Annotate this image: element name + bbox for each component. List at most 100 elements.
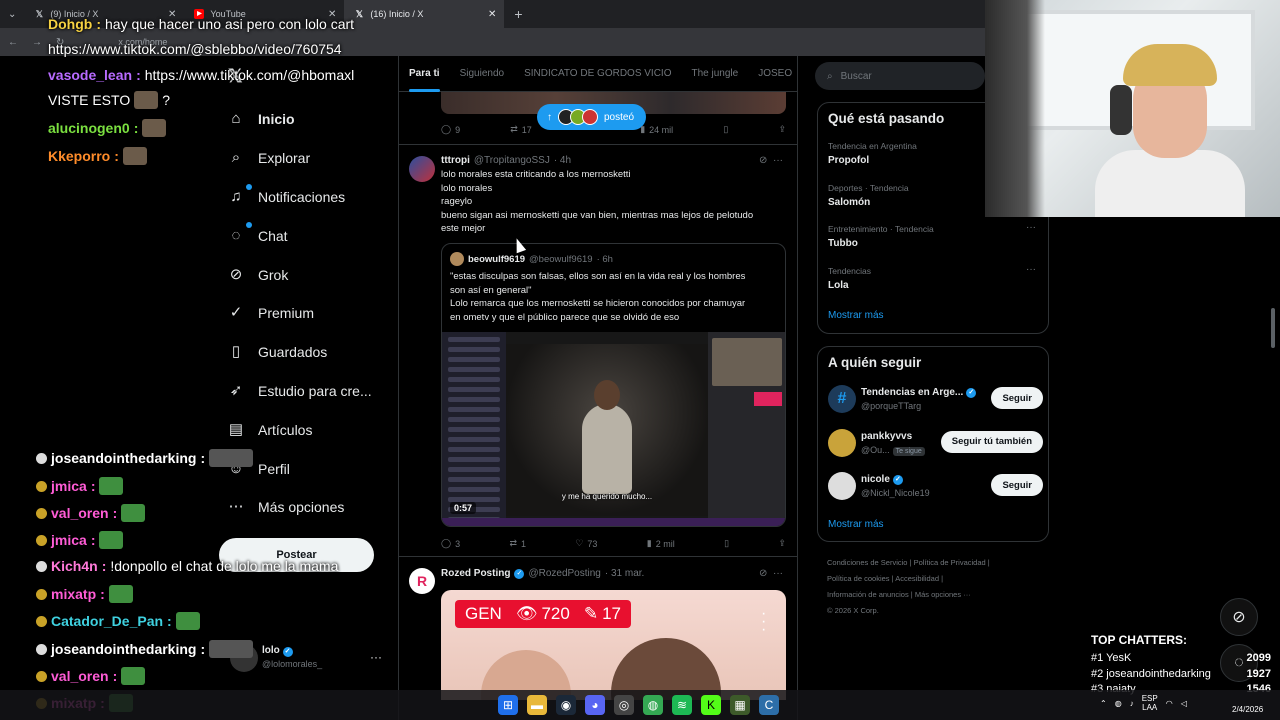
follow-button[interactable]: Seguir xyxy=(991,387,1043,409)
tweet-time[interactable]: · 4h xyxy=(554,155,571,166)
repost-button[interactable]: ⇄ 17 xyxy=(510,124,532,135)
trend-item[interactable]: Tendencias Lola ··· xyxy=(828,264,1038,291)
trend-item[interactable]: Entretenimiento · Tendencia Tubbo ··· xyxy=(828,222,1038,249)
more-icon[interactable]: ··· xyxy=(370,650,382,664)
views-button[interactable]: ▮ 2 mil xyxy=(647,538,675,549)
app-icon[interactable]: C xyxy=(759,695,779,715)
share-button[interactable]: ⇪ xyxy=(778,538,786,549)
tray-app-icon[interactable]: ◍ xyxy=(1115,699,1122,708)
more-icon[interactable]: ··· xyxy=(1026,222,1036,233)
windows-start-icon[interactable]: ⊞ xyxy=(498,695,518,715)
clock[interactable]: 2/4/2026 xyxy=(1232,693,1263,715)
sidebar-item-search[interactable]: ⌕ Explorar xyxy=(218,139,398,178)
tweet-time[interactable]: · 31 mar. xyxy=(605,568,644,579)
repost-button[interactable]: ⇄ 1 xyxy=(509,538,526,549)
chevron-up-icon[interactable]: ⌃ xyxy=(1100,699,1107,708)
kick-icon[interactable]: K xyxy=(701,695,721,715)
browser-tab-1[interactable]: 𝕏 (9) Inicio / X ✕ xyxy=(24,0,184,28)
author-handle[interactable]: @TropitangoSSJ xyxy=(474,155,550,166)
chat-colon: : xyxy=(133,120,139,136)
tweet-tools: ⊘ ··· xyxy=(759,155,783,166)
share-button[interactable]: ⇪ xyxy=(778,124,786,135)
bookmark-button[interactable]: ▯ xyxy=(723,124,728,135)
sidebar-item-bell[interactable]: ♫ Notificaciones xyxy=(218,178,398,217)
url-text[interactable]: x.com/home xyxy=(118,37,167,47)
follow-button[interactable]: Seguir xyxy=(991,474,1043,496)
grok-icon[interactable]: ⊘ xyxy=(759,155,767,166)
reload-icon[interactable]: ↻ xyxy=(56,37,64,48)
back-icon[interactable]: ← xyxy=(8,37,18,48)
grok-fab-button[interactable]: ⊘ xyxy=(1220,598,1258,636)
volume-icon[interactable]: ◁ xyxy=(1181,699,1187,708)
footer-line[interactable]: Información de anuncios | Más opciones ·… xyxy=(827,587,1047,603)
bookmark-button[interactable]: ▯ xyxy=(724,538,729,549)
avatar[interactable] xyxy=(409,156,435,182)
sidebar-item-premium[interactable]: ✓ Premium xyxy=(218,294,398,333)
sidebar-item-grok[interactable]: ⊘ Grok xyxy=(218,255,398,294)
browser-tab-3[interactable]: 𝕏 (16) Inicio / X ✕ xyxy=(344,0,505,28)
scrollbar[interactable] xyxy=(1271,308,1275,348)
author-name[interactable]: Rozed Posting xyxy=(441,568,510,579)
chrome-icon[interactable]: ◍ xyxy=(643,695,663,715)
post-media[interactable]: GEN 👁 720 ✎ 17 · · · xyxy=(441,590,786,700)
more-icon[interactable]: ··· xyxy=(1026,264,1036,275)
show-more-link[interactable]: Mostrar más xyxy=(828,310,884,321)
video-player[interactable]: y me ha querido mucho... 0:57 xyxy=(442,332,785,526)
footer-line[interactable]: © 2026 X Corp. xyxy=(827,603,1047,619)
footer-line[interactable]: Política de cookies | Accesibilidad | xyxy=(827,571,1047,587)
tab-0[interactable]: Para ti xyxy=(409,68,440,92)
grok-icon[interactable]: ⊘ xyxy=(759,568,767,579)
sidebar-item-article[interactable]: ▤ Artículos xyxy=(218,410,398,449)
avatar xyxy=(582,109,598,125)
follow-suggestion[interactable]: # Tendencias en Arge... ✓ @porqueTTarg Segui… xyxy=(828,383,1043,417)
footer-line[interactable]: Condiciones de Servicio | Política de Pr… xyxy=(827,555,1047,571)
search-icon: ⌕ xyxy=(827,70,833,82)
search-input[interactable]: ⌕ Buscar xyxy=(815,62,985,90)
avatar[interactable]: R xyxy=(409,568,435,594)
steam-icon[interactable]: ◉ xyxy=(556,695,576,715)
sidebar-item-bookmark[interactable]: ▯ Guardados xyxy=(218,333,398,372)
new-tab-icon[interactable]: + xyxy=(514,6,522,22)
like-button[interactable]: ♡ 73 xyxy=(575,538,597,549)
post-button[interactable]: Postear xyxy=(219,538,374,572)
author-handle[interactable]: @RozedPosting xyxy=(528,568,600,579)
follow-button[interactable]: Seguir tú también xyxy=(940,430,1043,453)
close-tab-icon[interactable]: ✕ xyxy=(488,9,496,20)
sidebar-item-home[interactable]: ⌂ Inicio xyxy=(218,100,398,139)
author-name[interactable]: tttropi xyxy=(441,155,470,166)
sidebar-item-more[interactable]: ⋯ Más opciones xyxy=(218,488,398,527)
app-icon[interactable]: ▦ xyxy=(730,695,750,715)
more-icon[interactable]: ··· xyxy=(773,155,783,166)
spotify-icon[interactable]: ≋ xyxy=(672,695,692,715)
close-tab-icon[interactable]: ✕ xyxy=(168,9,176,20)
who-to-follow-panel: A quién seguir # Tendencias en Arge... ✓ @p… xyxy=(817,346,1049,542)
quoted-tweet[interactable]: beowulf9619 @beowulf9619 · 6h "estas dis… xyxy=(441,243,786,527)
follow-name: pankkyvvs xyxy=(861,430,913,442)
tab-1[interactable]: Siguiendo xyxy=(460,68,504,79)
folder-icon[interactable]: ▬ xyxy=(527,695,547,715)
reply-button[interactable]: ◯ 3 xyxy=(441,538,460,549)
close-tab-icon[interactable]: ✕ xyxy=(328,9,336,20)
sidebar-item-rocket[interactable]: ➶ Estudio para cre... xyxy=(218,372,398,411)
follow-suggestion[interactable]: pankkyvvs @Ou... Te sigue Seguir tú también xyxy=(828,427,1043,461)
tab-2[interactable]: SINDICATO DE GORDOS VICIO xyxy=(524,68,671,79)
account-switcher[interactable]: lolo ✓ @lolomorales_ ··· xyxy=(230,640,390,676)
sidebar-item-profile[interactable]: ☺ Perfil xyxy=(218,449,398,488)
wifi-icon[interactable]: ◠ xyxy=(1166,699,1173,708)
x-logo-icon[interactable]: 𝕏 xyxy=(228,66,243,87)
mic-icon[interactable]: ♪ xyxy=(1130,699,1134,708)
tab-list-button[interactable]: ⌄ xyxy=(0,9,24,20)
sidebar-item-chat[interactable]: ◌ Chat xyxy=(218,216,398,255)
more-icon[interactable]: ··· xyxy=(773,568,783,579)
discord-icon[interactable]: ◕ xyxy=(585,695,605,715)
browser-tab-2[interactable]: ▶ YouTube ✕ xyxy=(184,0,344,28)
tab-4[interactable]: JOSEO xyxy=(758,68,792,79)
language-indicator[interactable]: ESP LAA xyxy=(1142,694,1158,712)
forward-icon[interactable]: → xyxy=(32,37,42,48)
follow-suggestion[interactable]: nicole ✓ @Nickl_Nicole19 Seguir xyxy=(828,470,1043,504)
tab-3[interactable]: The jungle xyxy=(692,68,739,79)
show-more-link[interactable]: Mostrar más xyxy=(828,519,884,530)
obs-icon[interactable]: ◎ xyxy=(614,695,634,715)
reply-button[interactable]: ◯ 9 xyxy=(441,124,460,135)
views-button[interactable]: ▮ 24 mil xyxy=(640,124,673,135)
